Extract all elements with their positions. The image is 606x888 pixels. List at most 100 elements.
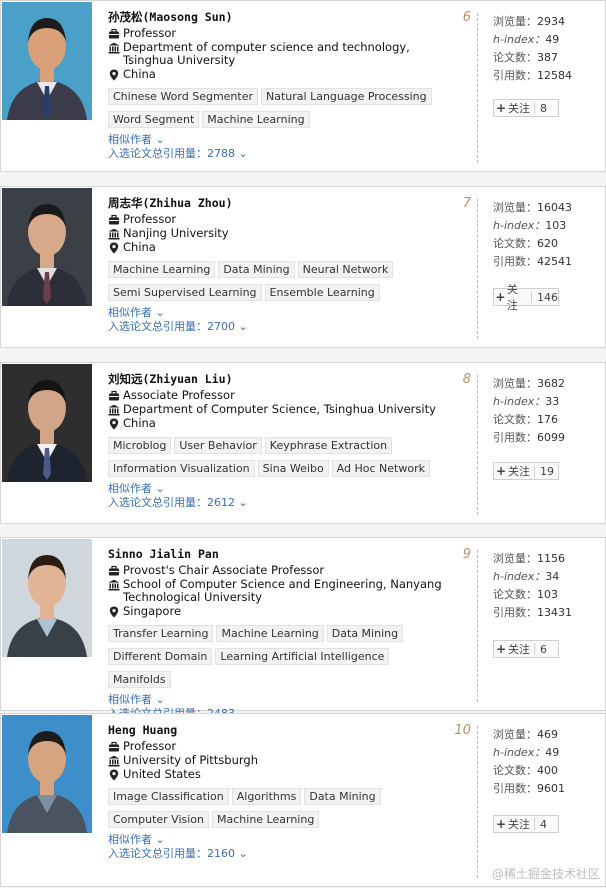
research-tags: Image Classification Algorithms Data Minin… xyxy=(108,785,448,831)
research-tag[interactable]: Ensemble Learning xyxy=(264,284,380,301)
similar-authors-link[interactable]: 相似作者 ⌄ xyxy=(108,133,448,147)
follow-label: 关注 xyxy=(508,643,530,656)
follow-button[interactable]: + 关注 6 xyxy=(493,640,559,658)
research-tag[interactable]: Algorithms xyxy=(231,788,302,805)
stat-hindex: h-index：103 xyxy=(493,219,567,232)
stat-papers: 论文数：103 xyxy=(493,588,558,601)
stat-views: 浏览量：1156 xyxy=(493,552,565,565)
scholar-title: Provost's Chair Associate Professor xyxy=(123,563,325,577)
follow-label: 关注 xyxy=(508,818,530,831)
research-tags: Machine Learning Data Mining Neural Networ… xyxy=(108,258,448,304)
affiliation-line: University of Pittsburgh xyxy=(108,754,448,767)
research-tag[interactable]: Machine Learning xyxy=(216,625,324,642)
scholar-name[interactable]: 周志华(Zhihua Zhou) xyxy=(108,195,448,212)
stats-panel: 浏览量：469 h-index：49 论文数：400 引用数：9601 xyxy=(493,726,603,798)
scholar-affiliation: Department of computer science and techn… xyxy=(123,40,410,67)
title-line: Professor xyxy=(108,27,448,40)
stat-hindex: h-index：34 xyxy=(493,570,560,583)
scholar-photo[interactable] xyxy=(2,539,92,657)
follow-label: 关注 xyxy=(508,465,530,478)
stat-hindex: h-index：49 xyxy=(493,33,560,46)
research-tag[interactable]: Data Mining xyxy=(326,625,404,642)
scholar-title: Associate Professor xyxy=(123,388,235,402)
follow-button[interactable]: + 关注 19 xyxy=(493,462,559,480)
research-tag[interactable]: Learning Artificial Intelligence xyxy=(215,648,390,665)
scholar-title: Professor xyxy=(123,212,177,226)
follow-count: 6 xyxy=(540,642,547,656)
stat-papers: 论文数：176 xyxy=(493,413,558,426)
scholar-name[interactable]: Sinno Jialin Pan xyxy=(108,546,448,563)
follow-count: 4 xyxy=(540,817,547,831)
scholar-title: Professor xyxy=(123,26,177,40)
research-tag[interactable]: Data Mining xyxy=(218,261,295,278)
rank-number: 6 xyxy=(462,10,471,25)
research-tag[interactable]: Machine Learning xyxy=(108,261,216,278)
research-tag[interactable]: Semi Supervised Learning xyxy=(108,284,262,301)
stat-citations: 引用数：6099 xyxy=(493,431,565,444)
stat-citations: 引用数：13431 xyxy=(493,606,572,619)
stat-citations: 引用数：42541 xyxy=(493,255,572,268)
country-line: United States xyxy=(108,768,448,781)
scholar-title: Professor xyxy=(123,739,177,753)
scholar-affiliation: Department of Computer Science, Tsinghua… xyxy=(123,402,436,416)
selected-citations-link[interactable]: 入选论文总引用量：2788 ⌄ xyxy=(108,147,448,161)
affiliation-line: Nanjing University xyxy=(108,227,448,240)
divider xyxy=(477,726,478,878)
scholar-card: 孙茂松(Maosong Sun) Professor Department of… xyxy=(0,0,606,172)
research-tag[interactable]: Image Classification xyxy=(108,788,229,805)
follow-button[interactable]: + 关注 146 xyxy=(493,283,559,312)
similar-authors-link[interactable]: 相似作者 ⌄ xyxy=(108,306,448,320)
similar-authors-link[interactable]: 相似作者 ⌄ xyxy=(108,693,448,707)
selected-citations-link[interactable]: 入选论文总引用量：2160 ⌄ xyxy=(108,847,448,861)
research-tags: Transfer Learning Machine Learning Data Mi… xyxy=(108,622,448,691)
scholar-name[interactable]: Heng Huang xyxy=(108,722,448,739)
research-tag[interactable]: Transfer Learning xyxy=(108,625,214,642)
selected-citations-link[interactable]: 入选论文总引用量：2612 ⌄ xyxy=(108,496,448,510)
research-tag[interactable]: Sina Weibo xyxy=(257,460,329,477)
follow-button[interactable]: + 关注 4 xyxy=(493,815,559,833)
stat-views: 浏览量：16043 xyxy=(493,201,572,214)
similar-authors-link[interactable]: 相似作者 ⌄ xyxy=(108,482,448,496)
scholar-photo[interactable] xyxy=(2,715,92,833)
title-line: Provost's Chair Associate Professor xyxy=(108,564,448,577)
research-tag[interactable]: Computer Vision xyxy=(108,811,210,828)
scholar-photo[interactable] xyxy=(2,188,92,306)
follow-separator xyxy=(534,643,535,655)
research-tag[interactable]: Machine Learning xyxy=(212,811,320,828)
scholar-name[interactable]: 孙茂松(Maosong Sun) xyxy=(108,9,448,26)
scholar-card: 刘知远(Zhiyuan Liu) Associate Professor Dep… xyxy=(0,362,606,524)
stat-citations: 引用数：9601 xyxy=(493,782,565,795)
plus-icon: + xyxy=(495,642,507,656)
similar-authors-link[interactable]: 相似作者 ⌄ xyxy=(108,833,448,847)
follow-count: 19 xyxy=(540,464,554,478)
research-tag[interactable]: Keyphrase Extraction xyxy=(264,437,393,454)
research-tags: Chinese Word Segmenter Natural Language P… xyxy=(108,85,448,131)
divider xyxy=(477,199,478,339)
follow-button[interactable]: + 关注 8 xyxy=(493,99,559,117)
scholar-photo[interactable] xyxy=(2,364,92,482)
follow-label: 关注 xyxy=(508,102,530,115)
follow-separator xyxy=(534,102,535,114)
research-tag[interactable]: User Behavior xyxy=(174,437,262,454)
research-tag[interactable]: Microblog xyxy=(108,437,172,454)
research-tag[interactable]: Machine Learning xyxy=(202,111,310,128)
research-tag[interactable]: Different Domain xyxy=(108,648,213,665)
research-tag[interactable]: Information Visualization xyxy=(108,460,255,477)
scholar-card: Sinno Jialin Pan Provost's Chair Associa… xyxy=(0,537,606,720)
scholar-name[interactable]: 刘知远(Zhiyuan Liu) xyxy=(108,371,448,388)
country-line: Singapore xyxy=(108,605,448,618)
country-line: China xyxy=(108,68,448,81)
research-tag[interactable]: Manifolds xyxy=(108,671,171,688)
plus-icon: + xyxy=(495,464,507,478)
scholar-photo[interactable] xyxy=(2,2,92,120)
stat-views: 浏览量：3682 xyxy=(493,377,565,390)
research-tag[interactable]: Chinese Word Segmenter xyxy=(108,88,259,105)
stat-hindex: h-index：33 xyxy=(493,395,560,408)
research-tag[interactable]: Data Mining xyxy=(304,788,381,805)
research-tag[interactable]: Neural Network xyxy=(297,261,394,278)
research-tag[interactable]: Ad Hoc Network xyxy=(331,460,430,477)
country-line: China xyxy=(108,241,448,254)
research-tag[interactable]: Natural Language Processing xyxy=(261,88,432,105)
research-tag[interactable]: Word Segment xyxy=(108,111,200,128)
selected-citations-link[interactable]: 入选论文总引用量：2700 ⌄ xyxy=(108,320,448,334)
